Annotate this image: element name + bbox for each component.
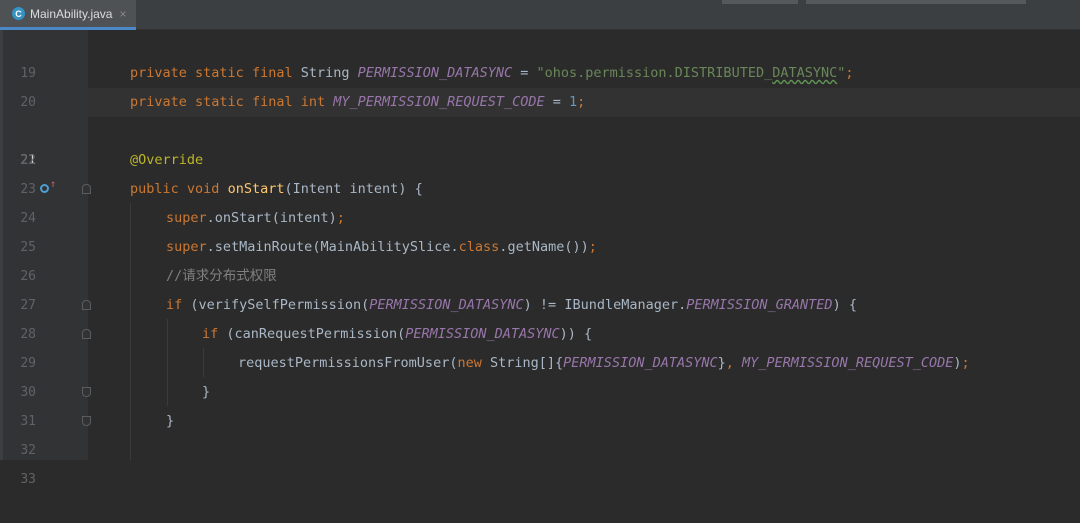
code-line-30[interactable]: 30 requestPermissionsFromUser(new String…	[0, 349, 1080, 400]
tab-mainability-java[interactable]: C MainAbility.java ×	[0, 0, 136, 30]
tab-filename: MainAbility.java	[30, 6, 113, 21]
code-text: super.setMainRoute(MainAbilitySlice.clas…	[166, 239, 597, 255]
code-text: private static final String PERMISSION_D…	[130, 65, 854, 81]
code-line-24[interactable]: 24 ↑ public void onStart(Intent intent) …	[0, 175, 1080, 227]
code-line-21[interactable]: 21 private static final int MY_PERMISSIO…	[0, 88, 1080, 168]
code-line-25[interactable]: 25 super.onStart(intent);	[0, 204, 1080, 255]
arrow-up-icon: ↑	[50, 179, 57, 190]
code-line-31[interactable]: 31 }	[0, 378, 1080, 429]
close-icon[interactable]: ×	[119, 7, 126, 21]
fold-marker-icon[interactable]	[82, 329, 91, 339]
code-line-27[interactable]: 27 //请求分布式权限	[0, 262, 1080, 313]
code-text: @Override	[130, 152, 204, 168]
code-text: requestPermissionsFromUser(new String[]{…	[238, 355, 970, 371]
code-line-28[interactable]: 28 if (verifySelfPermission(PERMISSION_D…	[0, 291, 1080, 342]
override-method-icon[interactable]	[40, 184, 49, 193]
code-line-33[interactable]: 33	[0, 436, 1080, 487]
tab-bar-stub-left	[722, 0, 798, 4]
code-line-22[interactable]: 22	[0, 117, 1080, 168]
code-text: //请求分布式权限	[166, 268, 277, 284]
fold-marker-icon[interactable]	[82, 184, 91, 194]
code-text: super.onStart(intent);	[166, 210, 345, 226]
editor-tab-bar: C MainAbility.java ×	[0, 0, 1080, 30]
code-text: if (verifySelfPermission(PERMISSION_DATA…	[166, 297, 857, 313]
code-line-19[interactable]: 19	[0, 30, 1080, 81]
tab-bar-stub-right	[806, 0, 1026, 4]
code-line-32[interactable]: 32 }	[0, 407, 1080, 458]
fold-marker-icon[interactable]	[82, 416, 91, 426]
code-line-26[interactable]: 26 super.setMainRoute(MainAbilitySlice.c…	[0, 233, 1080, 284]
code-line-29[interactable]: 29 if (canRequestPermission(PERMISSION_D…	[0, 320, 1080, 371]
line-number: 33	[20, 472, 36, 487]
code-text: private static final int MY_PERMISSION_R…	[130, 94, 586, 110]
fold-marker-icon[interactable]	[82, 387, 91, 397]
code-line-23[interactable]: 23 @Override	[0, 146, 1080, 197]
code-line-20[interactable]: 20 private static final String PERMISSIO…	[0, 59, 1080, 110]
code-text: public void onStart(Intent intent) {	[130, 181, 423, 197]
code-text: }	[166, 413, 175, 429]
java-class-icon: C	[12, 7, 25, 20]
code-text: }	[202, 384, 211, 400]
code-text: if (canRequestPermission(PERMISSION_DATA…	[202, 326, 593, 342]
fold-marker-icon[interactable]	[82, 300, 91, 310]
